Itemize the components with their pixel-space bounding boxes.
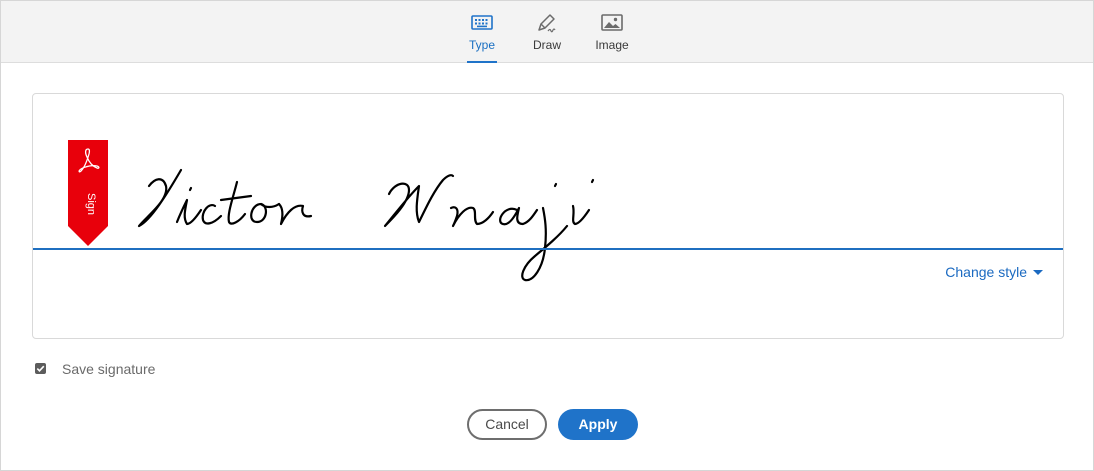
tab-image[interactable]: Image xyxy=(592,1,632,62)
save-signature-label: Save signature xyxy=(62,361,156,377)
tab-draw-label: Draw xyxy=(532,38,561,52)
signature-baseline xyxy=(33,248,1063,250)
caret-down-icon xyxy=(1033,269,1043,275)
keyboard-icon xyxy=(471,15,493,30)
pen-icon xyxy=(538,14,556,33)
signature-dialog: Type Draw Image Sign Change style Save s… xyxy=(0,0,1094,471)
checkmark-icon xyxy=(36,365,45,372)
image-icon xyxy=(601,14,623,31)
adobe-sign-badge: Sign xyxy=(68,140,108,246)
signature-mode-tabbar: Type Draw Image xyxy=(1,1,1093,63)
tab-type-label: Type xyxy=(468,38,495,52)
sign-badge-label: Sign xyxy=(85,193,97,215)
change-style-label: Change style xyxy=(945,264,1027,280)
apply-button[interactable]: Apply xyxy=(558,409,638,440)
tab-type[interactable]: Type xyxy=(467,1,497,63)
save-signature-checkbox[interactable] xyxy=(35,363,46,374)
cancel-button[interactable]: Cancel xyxy=(467,409,547,440)
signature-canvas: Sign Change style xyxy=(32,93,1064,339)
change-style-dropdown[interactable]: Change style xyxy=(945,264,1043,280)
tab-draw[interactable]: Draw xyxy=(528,1,566,62)
active-tab-indicator xyxy=(467,61,497,63)
signature-script xyxy=(137,168,595,282)
tab-image-label: Image xyxy=(595,38,629,52)
